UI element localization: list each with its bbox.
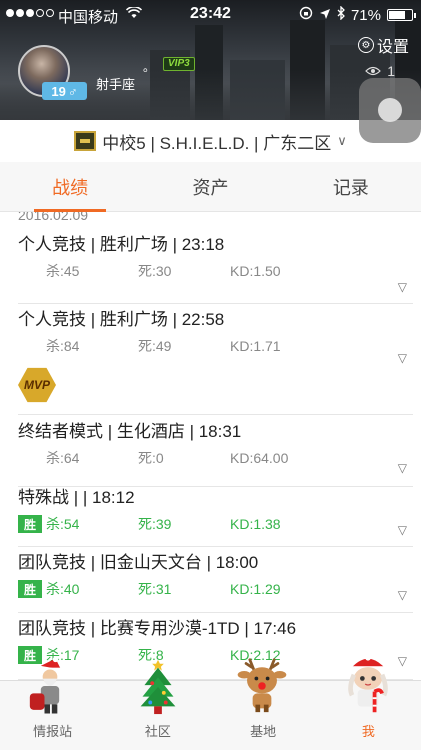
expand-chevron-icon[interactable]: ▽ [398,351,407,365]
date-header: 2016.02.09 [18,212,89,223]
kd-ratio: KD:1.71 [230,338,281,354]
kd-ratio: KD:1.29 [230,581,281,597]
expand-chevron-icon[interactable]: ▽ [398,523,407,537]
bluetooth-icon [337,5,345,24]
win-badge: 胜 [18,580,42,598]
tab-record[interactable]: 战绩 [0,162,140,212]
mvp-badge-icon: MVP [18,367,56,403]
deaths: 死:49 [138,338,172,354]
match-item[interactable]: 特殊战 | | 18:12 胜 杀:54 死:39 KD:1.38 ▽ [18,483,413,547]
eye-icon [365,63,382,79]
settings-button[interactable]: ⚙ 设置 [357,33,409,57]
username: 射手座 [96,77,136,92]
expand-chevron-icon[interactable]: ▽ [398,461,407,475]
battery-icon [387,9,416,21]
tab-history[interactable]: 记录 [281,162,421,211]
rank-selector[interactable]: 中校5 | S.H.I.E.L.D. | 广东二区 ∨ [0,120,421,162]
chevron-down-icon: ∨ [337,133,347,148]
win-badge: 胜 [18,515,42,533]
match-item[interactable]: 个人竞技 | 胜利广场 | 22:58 杀:84 死:49 KD:1.71 MV… [18,305,413,415]
vip-badge: VIP3 [163,57,195,71]
tab-label: 资产 [192,177,229,198]
santa-icon [29,656,61,714]
gear-icon: ⚙ [357,37,374,53]
tab-label: 记录 [332,177,369,198]
match-stats: 杀:84 死:49 KD:1.71 [18,336,413,356]
match-stats: 杀:64 死:0 KD:64.00 [18,448,413,468]
match-stats: 杀:45 死:30 KD:1.50 [18,261,413,281]
nav-label: 我 [361,724,375,739]
nav-label: 社区 [144,724,171,739]
status-bar: 中国移动 23:42 71% [0,0,421,30]
match-item[interactable]: 个人竞技 | 胜利广场 | 23:18 杀:45 死:30 KD:1.50 ▽ [18,230,413,304]
kills: 杀:45 [46,263,80,279]
match-title: 个人竞技 | 胜利广场 | 22:58 [18,310,225,329]
match-item[interactable]: 团队竞技 | 旧金山天文台 | 18:00 胜 杀:40 死:31 KD:1.2… [18,548,413,613]
match-title: 特殊战 | | 18:12 [18,488,135,507]
match-item[interactable]: 终结者模式 | 生化酒店 | 18:31 杀:64 死:0 KD:64.00 ▽ [18,417,413,487]
rank-text: 中校5 | S.H.I.E.L.D. | 广东二区 [102,133,332,153]
battery-percent: 71% [350,6,381,24]
level-badge: 19 ♂ [42,82,87,100]
deaths: 死:0 [138,450,164,466]
match-title: 团队竞技 | 比赛专用沙漠-1TD | 17:46 [18,619,297,638]
expand-chevron-icon[interactable]: ▽ [398,654,407,668]
rotation-lock-icon [299,6,313,24]
match-stats: 胜 杀:40 死:31 KD:1.29 [18,579,413,599]
name-separator: 。 [143,60,156,74]
tab-label: 战绩 [52,177,89,198]
location-arrow-icon [319,7,331,24]
kills: 杀:64 [46,450,80,466]
deaths: 死:31 [138,581,172,597]
status-right: 71% [299,5,416,24]
match-title: 终结者模式 | 生化酒店 | 18:31 [18,422,242,441]
nav-label: 情报站 [33,724,73,739]
match-title: 个人竞技 | 胜利广场 | 23:18 [18,235,225,254]
kd-ratio: KD:1.38 [230,516,281,532]
kd-ratio: KD:64.00 [230,450,289,466]
male-gender-icon: ♂ [67,83,78,99]
kd-ratio: KD:1.50 [230,263,281,279]
kills: 杀:84 [46,338,80,354]
match-title: 团队竞技 | 旧金山天文台 | 18:00 [18,553,259,572]
kills: 杀:54 [46,516,80,532]
expand-chevron-icon[interactable]: ▽ [398,280,407,294]
nav-label: 基地 [250,724,277,739]
kills: 杀:40 [46,581,80,597]
deaths: 死:30 [138,263,172,279]
match-stats: 胜 杀:54 死:39 KD:1.38 [18,514,413,534]
level-value: 19 [51,83,66,99]
rank-insignia-icon [74,131,97,151]
tab-bar: 战绩 资产 记录 [0,162,421,212]
deaths: 死:39 [138,516,172,532]
reindeer-icon [237,658,287,713]
settings-label: 设置 [376,39,409,56]
girl-avatar-icon [348,654,388,713]
christmas-tree-icon [140,659,176,715]
view-count-value: 1 [387,63,395,79]
tab-assets[interactable]: 资产 [140,162,280,211]
profile-header: 中国移动 23:42 71% ⚙ 设置 1 19 ♂ 射手座 。 VIP3 [0,0,421,120]
view-count: 1 [365,63,395,79]
expand-chevron-icon[interactable]: ▽ [398,588,407,602]
match-list[interactable]: 2016.02.09 个人竞技 | 胜利广场 | 23:18 杀:45 死:30… [0,212,421,680]
